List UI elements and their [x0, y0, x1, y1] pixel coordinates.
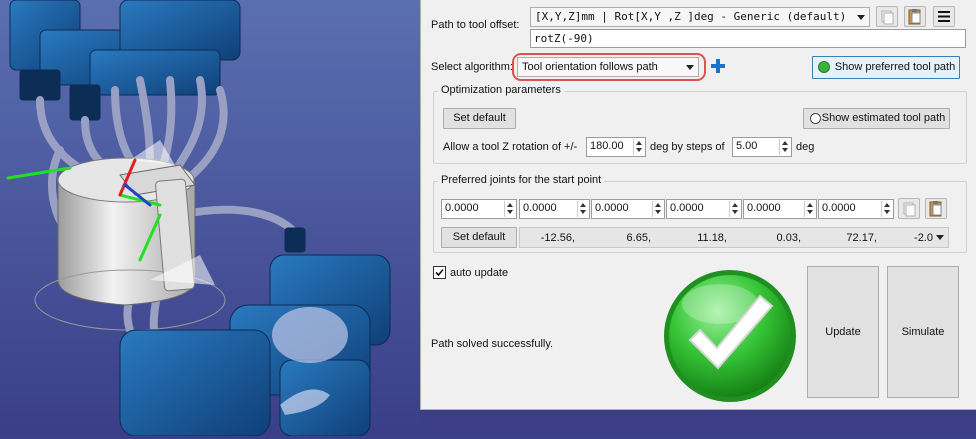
- spin-arrows-icon[interactable]: [779, 139, 790, 155]
- rotation-spinbox[interactable]: 180.00: [586, 137, 646, 157]
- joint-value: 0.0000: [670, 202, 704, 214]
- current-joint-value: -12.56,: [540, 232, 575, 244]
- rotation-label: Allow a tool Z rotation of +/-: [443, 141, 578, 153]
- checkmark-icon: [435, 268, 444, 277]
- algorithm-selected-value: Tool orientation follows path: [522, 61, 658, 73]
- 3d-viewport[interactable]: [0, 0, 420, 437]
- panel-footer-area: [420, 410, 976, 436]
- joint-value: 0.0000: [822, 202, 856, 214]
- auto-update-checkbox[interactable]: [433, 266, 446, 279]
- spin-arrows-icon[interactable]: [577, 201, 588, 217]
- copy-icon[interactable]: [898, 198, 920, 219]
- update-button[interactable]: Update: [807, 266, 879, 398]
- algorithm-label: Select algorithm:: [431, 61, 513, 73]
- success-check-icon: [660, 266, 800, 406]
- chevron-down-icon: [857, 15, 865, 20]
- paste-icon[interactable]: [904, 6, 926, 27]
- rotation-value: 180.00: [590, 140, 624, 152]
- show-preferred-label: Show preferred tool path: [834, 61, 956, 73]
- tool-offset-input[interactable]: rotZ(-90): [530, 29, 966, 48]
- show-estimated-label: Show estimated tool path: [821, 112, 946, 124]
- radio-icon: [810, 113, 821, 124]
- current-joint-value: 11.18,: [697, 232, 727, 244]
- steps-spinbox[interactable]: 5.00: [732, 137, 792, 157]
- joint-input[interactable]: 0.0000: [519, 199, 590, 219]
- steps-value: 5.00: [736, 140, 758, 152]
- spin-arrows-icon[interactable]: [633, 139, 644, 155]
- path-settings-panel: Path to tool offset: [X,Y,Z]mm | Rot[X,Y…: [420, 0, 976, 410]
- paste-icon[interactable]: [925, 198, 947, 219]
- spin-arrows-icon[interactable]: [652, 201, 663, 217]
- algorithm-select[interactable]: Tool orientation follows path: [517, 57, 699, 77]
- joint-value: 0.0000: [595, 202, 629, 214]
- joint-input[interactable]: 0.0000: [591, 199, 665, 219]
- spin-arrows-icon[interactable]: [729, 201, 740, 217]
- preferred-joints-title: Preferred joints for the start point: [438, 174, 605, 186]
- joint-value: 0.0000: [747, 202, 781, 214]
- steps-label: deg by steps of: [650, 141, 725, 153]
- green-dot-icon: [818, 61, 830, 73]
- status-text: Path solved successfully.: [431, 338, 554, 350]
- optimization-title: Optimization parameters: [438, 84, 564, 96]
- menu-icon[interactable]: [933, 6, 955, 27]
- robot-scene: [0, 0, 420, 437]
- tool-offset-format-select[interactable]: [X,Y,Z]mm | Rot[X,Y ,Z ]deg - Generic (d…: [530, 7, 870, 27]
- simulate-button[interactable]: Simulate: [887, 266, 959, 398]
- joint-input[interactable]: 0.0000: [666, 199, 742, 219]
- current-joint-value: 6.65,: [626, 232, 651, 244]
- spin-arrows-icon[interactable]: [881, 201, 892, 217]
- plus-icon[interactable]: [710, 57, 726, 75]
- optimization-set-default-button[interactable]: Set default: [443, 108, 516, 129]
- current-joint-value: 72.17,: [846, 232, 877, 244]
- current-joint-value: -2.0: [914, 232, 933, 244]
- joints-set-default-button[interactable]: Set default: [441, 227, 517, 248]
- chevron-down-icon: [936, 235, 944, 240]
- joint-input[interactable]: 0.0000: [743, 199, 817, 219]
- steps-unit-label: deg: [796, 141, 815, 153]
- show-preferred-path-button[interactable]: Show preferred tool path: [812, 56, 960, 79]
- tool-offset-format-value: [X,Y,Z]mm | Rot[X,Y ,Z ]deg - Generic (d…: [535, 10, 847, 23]
- spin-arrows-icon[interactable]: [504, 201, 515, 217]
- tool-offset-label: Path to tool offset:: [431, 19, 520, 31]
- copy-icon[interactable]: [876, 6, 898, 27]
- joint-input[interactable]: 0.0000: [441, 199, 517, 219]
- joint-input[interactable]: 0.0000: [818, 199, 894, 219]
- chevron-down-icon: [686, 65, 694, 70]
- auto-update-label: auto update: [450, 267, 509, 279]
- current-joint-value: 0.03,: [776, 232, 801, 244]
- joint-value: 0.0000: [523, 202, 557, 214]
- spin-arrows-icon[interactable]: [804, 201, 815, 217]
- show-estimated-path-button[interactable]: Show estimated tool path: [803, 108, 950, 129]
- joint-value: 0.0000: [445, 202, 479, 214]
